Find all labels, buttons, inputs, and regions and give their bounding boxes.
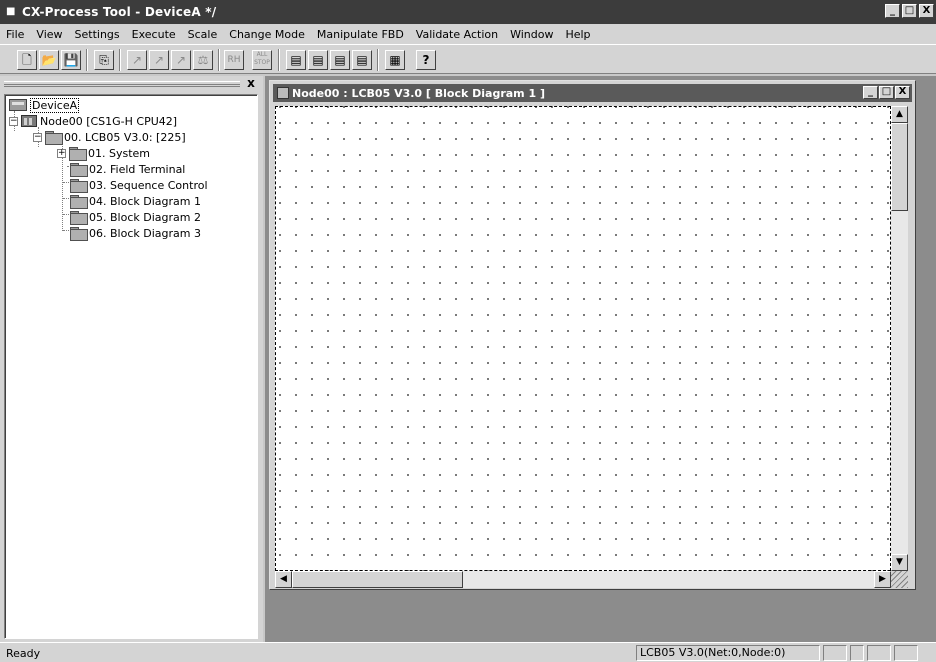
scroll-left-button[interactable]: ◀ bbox=[275, 571, 292, 588]
project-tree: DeviceA − Node00 [CS1G-H CPU42] − 00. LC… bbox=[4, 94, 258, 639]
child-maximize-button[interactable]: □ bbox=[879, 86, 894, 99]
tree-item-block-diagram-1[interactable]: 04. Block Diagram 1 bbox=[70, 193, 201, 209]
toolbar-separator bbox=[278, 49, 280, 71]
list-view-3-icon[interactable]: ▤ bbox=[330, 50, 350, 70]
open-folder-icon[interactable]: 📂 bbox=[39, 50, 59, 70]
mdi-area: Node00 : LCB05 V3.0 [ Block Diagram 1 ] … bbox=[265, 76, 936, 642]
status-panel bbox=[850, 645, 864, 661]
vertical-scroll-thumb[interactable] bbox=[891, 123, 908, 211]
app-icon[interactable]: ■ bbox=[6, 6, 18, 18]
pane-grip[interactable] bbox=[4, 81, 240, 87]
tree-item-lcb05[interactable]: − 00. LCB05 V3.0: [225] bbox=[33, 129, 186, 145]
menu-help[interactable]: Help bbox=[565, 28, 590, 41]
folder-icon bbox=[45, 131, 63, 145]
status-panel bbox=[823, 645, 847, 661]
status-panel bbox=[867, 645, 891, 661]
list-view-1-icon[interactable]: ▤ bbox=[286, 50, 306, 70]
copy-icon[interactable]: ⎘ bbox=[94, 50, 114, 70]
tree-item-devicea[interactable]: DeviceA bbox=[9, 97, 80, 113]
child-close-button[interactable]: X bbox=[895, 86, 910, 99]
child-window-title: Node00 : LCB05 V3.0 [ Block Diagram 1 ] bbox=[292, 86, 545, 100]
tree-item-block-diagram-3[interactable]: 06. Block Diagram 3 bbox=[70, 225, 201, 241]
maximize-button[interactable]: □ bbox=[902, 4, 917, 18]
menu-change-mode[interactable]: Change Mode bbox=[229, 28, 305, 41]
tree-item-field-terminal[interactable]: 02. Field Terminal bbox=[70, 161, 185, 177]
new-file-icon[interactable]: 🗋 bbox=[17, 50, 37, 70]
horizontal-scrollbar[interactable]: ◀ ▶ bbox=[275, 571, 891, 588]
menu-window[interactable]: Window bbox=[510, 28, 553, 41]
transfer-up-icon[interactable]: ↗ bbox=[127, 50, 147, 70]
verify-icon[interactable]: ⚖ bbox=[193, 50, 213, 70]
tree-item-label: DeviceA bbox=[30, 97, 80, 113]
tree-item-label: 00. LCB05 V3.0: [225] bbox=[64, 130, 186, 144]
connection-status: LCB05 V3.0(Net:0,Node:0) bbox=[636, 645, 820, 661]
status-text: Ready bbox=[6, 647, 41, 660]
folder-icon bbox=[69, 147, 87, 161]
status-panel bbox=[894, 645, 918, 661]
device-icon bbox=[9, 99, 27, 111]
child-title-bar[interactable]: Node00 : LCB05 V3.0 [ Block Diagram 1 ] … bbox=[273, 84, 912, 102]
menu-scale[interactable]: Scale bbox=[188, 28, 218, 41]
tree-item-label: 05. Block Diagram 2 bbox=[89, 210, 201, 224]
menu-execute[interactable]: Execute bbox=[132, 28, 176, 41]
compare-icon[interactable]: ↗ bbox=[171, 50, 191, 70]
toolbar: 🗋 📂 💾 ⎘ ↗ ↗ ↗ ⚖ RH ALL STOP ▤ ▤ ▤ ▤ ▦ ? bbox=[0, 44, 936, 74]
menu-validate-action[interactable]: Validate Action bbox=[416, 28, 498, 41]
folder-icon bbox=[70, 163, 88, 177]
horizontal-scroll-thumb[interactable] bbox=[292, 571, 463, 588]
tree-item-block-diagram-2[interactable]: 05. Block Diagram 2 bbox=[70, 209, 201, 225]
menu-settings[interactable]: Settings bbox=[75, 28, 120, 41]
run-icon[interactable]: RH bbox=[224, 50, 244, 70]
tree-item-label: 02. Field Terminal bbox=[89, 162, 186, 176]
save-icon[interactable]: 💾 bbox=[61, 50, 81, 70]
scroll-down-button[interactable]: ▼ bbox=[891, 554, 908, 571]
list-view-2-icon[interactable]: ▤ bbox=[308, 50, 328, 70]
toolbar-separator bbox=[377, 49, 379, 71]
table-icon[interactable]: ▦ bbox=[385, 50, 405, 70]
status-bar: Ready LCB05 V3.0(Net:0,Node:0) bbox=[0, 642, 936, 662]
tree-item-sequence-control[interactable]: 03. Sequence Control bbox=[70, 177, 208, 193]
folder-icon bbox=[70, 211, 88, 225]
all-stop-icon[interactable]: ALL STOP bbox=[252, 50, 272, 70]
folder-icon bbox=[70, 179, 88, 193]
tree-item-label: 03. Sequence Control bbox=[89, 178, 208, 192]
toolbar-separator bbox=[119, 49, 121, 71]
title-bar: ■ CX-Process Tool - DeviceA */ _ □ X bbox=[0, 0, 936, 24]
toolbar-separator bbox=[86, 49, 88, 71]
child-minimize-button[interactable]: _ bbox=[863, 86, 878, 99]
menu-view[interactable]: View bbox=[36, 28, 62, 41]
collapse-icon[interactable]: − bbox=[33, 132, 42, 142]
tree-item-label: 01. System bbox=[88, 146, 151, 160]
pane-close-icon[interactable]: x bbox=[245, 77, 257, 89]
resize-grip-icon[interactable] bbox=[891, 571, 908, 588]
menu-bar: File View Settings Execute Scale Change … bbox=[0, 24, 936, 44]
project-tree-pane: x DeviceA − Node00 [CS1G-H CPU42] − 00. … bbox=[0, 76, 263, 642]
menu-manipulate-fbd[interactable]: Manipulate FBD bbox=[317, 28, 404, 41]
vertical-scrollbar[interactable]: ▲ ▼ bbox=[891, 106, 908, 571]
tree-item-label: 06. Block Diagram 3 bbox=[89, 226, 201, 240]
tree-item-label: Node00 [CS1G-H CPU42] bbox=[40, 114, 178, 128]
toolbar-separator bbox=[218, 49, 220, 71]
tree-item-system[interactable]: + 01. System bbox=[57, 145, 150, 161]
collapse-icon[interactable]: − bbox=[9, 116, 18, 126]
minimize-button[interactable]: _ bbox=[885, 4, 900, 18]
block-diagram-window: Node00 : LCB05 V3.0 [ Block Diagram 1 ] … bbox=[269, 80, 916, 590]
tree-item-node00[interactable]: − Node00 [CS1G-H CPU42] bbox=[9, 113, 177, 129]
window-title: CX-Process Tool - DeviceA */ bbox=[22, 5, 217, 19]
close-button[interactable]: X bbox=[919, 4, 934, 18]
menu-file[interactable]: File bbox=[6, 28, 24, 41]
scroll-right-button[interactable]: ▶ bbox=[874, 571, 891, 588]
cpu-icon bbox=[21, 115, 37, 127]
transfer-down-icon[interactable]: ↗ bbox=[149, 50, 169, 70]
scroll-up-button[interactable]: ▲ bbox=[891, 106, 908, 123]
folder-icon bbox=[70, 195, 88, 209]
diagram-window-icon[interactable] bbox=[277, 87, 289, 99]
expand-icon[interactable]: + bbox=[57, 148, 66, 158]
list-view-4-icon[interactable]: ▤ bbox=[352, 50, 372, 70]
help-icon[interactable]: ? bbox=[416, 50, 436, 70]
folder-icon bbox=[70, 227, 88, 241]
block-diagram-canvas[interactable] bbox=[275, 106, 891, 571]
tree-item-label: 04. Block Diagram 1 bbox=[89, 194, 201, 208]
